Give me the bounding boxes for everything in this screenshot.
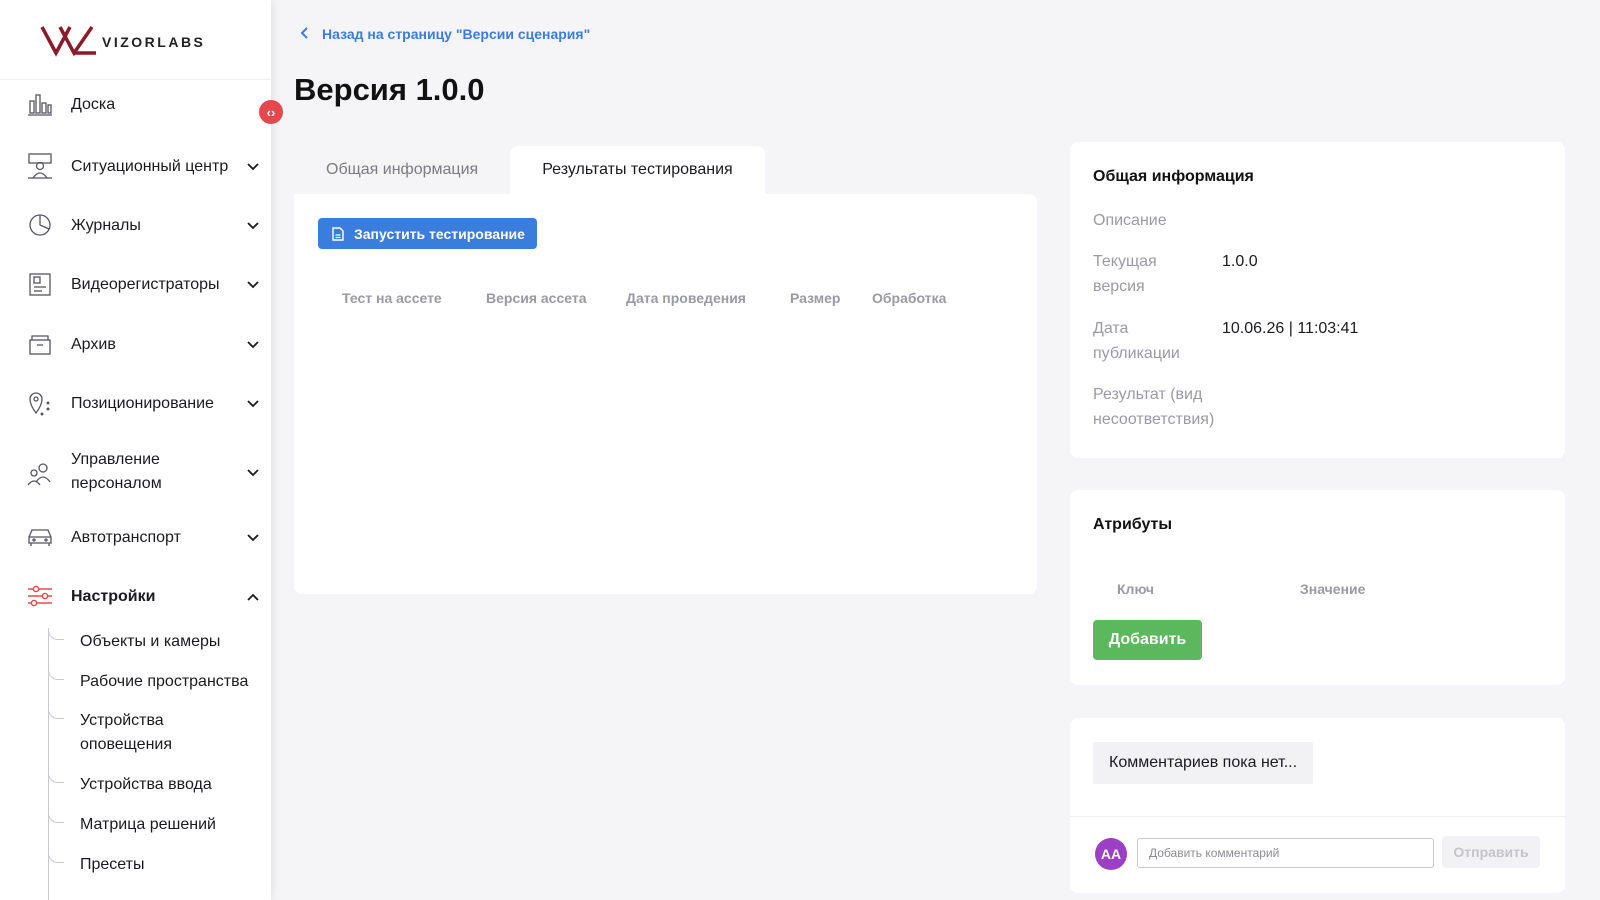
sidebar-item-label: Автотранспорт <box>71 529 181 546</box>
sliders-icon <box>26 582 54 610</box>
chevron-down-icon[interactable] <box>246 397 260 411</box>
sidebar-item-label: Позиционирование <box>71 395 214 412</box>
sidebar-item-label: Доска <box>71 96 116 113</box>
tab-test-results[interactable]: Результаты тестирования <box>510 146 765 194</box>
location-pin-icon <box>26 389 54 417</box>
chevron-left-icon <box>300 26 310 42</box>
chevron-up-icon[interactable] <box>246 590 260 604</box>
sidebar-subitem-input-devices[interactable]: Устройства ввода <box>80 773 212 797</box>
info-label-publication-date: Дата публикации <box>1093 320 1180 362</box>
tabs: Общая информация Результаты тестирования <box>294 146 765 194</box>
chevron-down-icon[interactable] <box>246 160 260 174</box>
no-comments-message: Комментариев пока нет... <box>1093 742 1314 784</box>
avatar[interactable]: АА <box>1095 838 1127 870</box>
chevron-down-icon[interactable] <box>246 338 260 352</box>
divider <box>1070 816 1565 817</box>
sidebar-item-label: Видеорегистраторы <box>71 276 220 293</box>
info-label-current-version: Текущая версия <box>1093 253 1157 295</box>
info-value-publication-date: 10.06.26 | 11:03:41 <box>1222 320 1359 337</box>
sidebar-item-situation-center[interactable]: Ситуационный центр <box>0 152 271 182</box>
chevron-down-icon[interactable] <box>246 466 260 480</box>
sidebar: VIZORLABS Доска Ситуационный центр Журна… <box>0 0 271 900</box>
sidebar-item-personnel[interactable]: Управление персоналом <box>0 448 271 498</box>
chevron-down-icon[interactable] <box>246 278 260 292</box>
card-title: Общая информация <box>1093 168 1254 185</box>
general-info-card: Общая информация Описание Текущая версия… <box>1070 142 1565 458</box>
comment-input[interactable] <box>1137 838 1434 868</box>
tree-branch <box>48 811 64 823</box>
info-label-result: Результат (вид несоответствия) <box>1093 386 1215 428</box>
tree-branch <box>48 707 64 719</box>
chevron-down-icon[interactable] <box>246 219 260 233</box>
tree-branch <box>48 668 64 680</box>
video-recorder-icon <box>26 270 54 298</box>
monitoring-center-icon <box>26 152 54 180</box>
car-icon <box>26 523 54 551</box>
sidebar-subitem-presets[interactable]: Пресеты <box>80 853 145 877</box>
info-label-description: Описание <box>1093 212 1167 229</box>
people-icon <box>26 460 54 488</box>
run-testing-button[interactable]: Запустить тестирование <box>318 218 537 249</box>
sidebar-subitem-objects-cameras[interactable]: Объекты и камеры <box>80 630 220 654</box>
column-header-date[interactable]: Дата проведения <box>626 290 746 306</box>
column-header-size[interactable]: Размер <box>790 290 840 306</box>
sidebar-item-positioning[interactable]: Позиционирование <box>0 389 271 419</box>
column-header-key[interactable]: Ключ <box>1117 581 1154 597</box>
vizorlabs-logo-icon <box>40 25 96 57</box>
logo[interactable]: VIZORLABS <box>0 0 271 80</box>
sidebar-subitem-workspaces[interactable]: Рабочие пространства <box>80 670 248 694</box>
run-testing-label: Запустить тестирование <box>354 225 525 242</box>
chevron-down-icon[interactable] <box>246 531 260 545</box>
back-link-label: Назад на страницу "Версии сценария" <box>322 26 591 42</box>
dashboard-icon <box>26 90 54 118</box>
column-header-asset-test[interactable]: Тест на ассете <box>342 290 442 306</box>
add-attribute-button[interactable]: Добавить <box>1093 620 1202 660</box>
card-title: Атрибуты <box>1093 516 1173 533</box>
sidebar-item-settings[interactable]: Настройки <box>0 582 271 612</box>
sidebar-subitem-notification-devices[interactable]: Устройства оповещения <box>80 709 220 757</box>
tree-branch <box>48 628 64 640</box>
pie-chart-icon <box>26 211 54 239</box>
tree-branch <box>48 771 64 783</box>
sidebar-item-label: Настройки <box>71 588 156 605</box>
sidebar-item-vehicles[interactable]: Автотранспорт <box>0 523 271 553</box>
sidebar-item-archive[interactable]: Архив <box>0 330 271 360</box>
sidebar-collapse-button[interactable]: ‹› <box>259 100 283 124</box>
sidebar-item-label: Управление персоналом <box>71 451 162 492</box>
comments-card: Комментариев пока нет... АА Отправить <box>1070 718 1565 893</box>
test-results-panel: Запустить тестирование Тест на ассете Ве… <box>294 194 1037 594</box>
column-header-processing[interactable]: Обработка <box>872 290 946 306</box>
sidebar-item-journals[interactable]: Журналы <box>0 211 271 241</box>
send-comment-button[interactable]: Отправить <box>1442 836 1540 868</box>
sidebar-subitem-decision-matrix[interactable]: Матрица решений <box>80 813 216 837</box>
column-header-value[interactable]: Значение <box>1300 581 1365 597</box>
attributes-card: Атрибуты Ключ Значение Добавить <box>1070 490 1565 685</box>
sidebar-item-label: Архив <box>71 336 116 353</box>
archive-icon <box>26 330 54 358</box>
sidebar-item-dashboard[interactable]: Доска <box>0 90 271 120</box>
column-header-asset-version[interactable]: Версия ассета <box>486 290 587 306</box>
brand-name: VIZORLABS <box>102 33 206 50</box>
tree-branch <box>48 851 64 863</box>
info-value-current-version: 1.0.0 <box>1222 253 1258 270</box>
tab-general-info[interactable]: Общая информация <box>294 146 510 194</box>
sidebar-item-label: Журналы <box>71 217 141 234</box>
code-brackets-icon: ‹› <box>266 104 276 120</box>
back-link[interactable]: Назад на страницу "Версии сценария" <box>300 26 590 42</box>
sidebar-item-video-recorders[interactable]: Видеорегистраторы <box>0 270 271 300</box>
page-title: Версия 1.0.0 <box>294 72 485 107</box>
sidebar-item-label: Ситуационный центр <box>71 158 229 175</box>
document-icon <box>332 226 344 241</box>
